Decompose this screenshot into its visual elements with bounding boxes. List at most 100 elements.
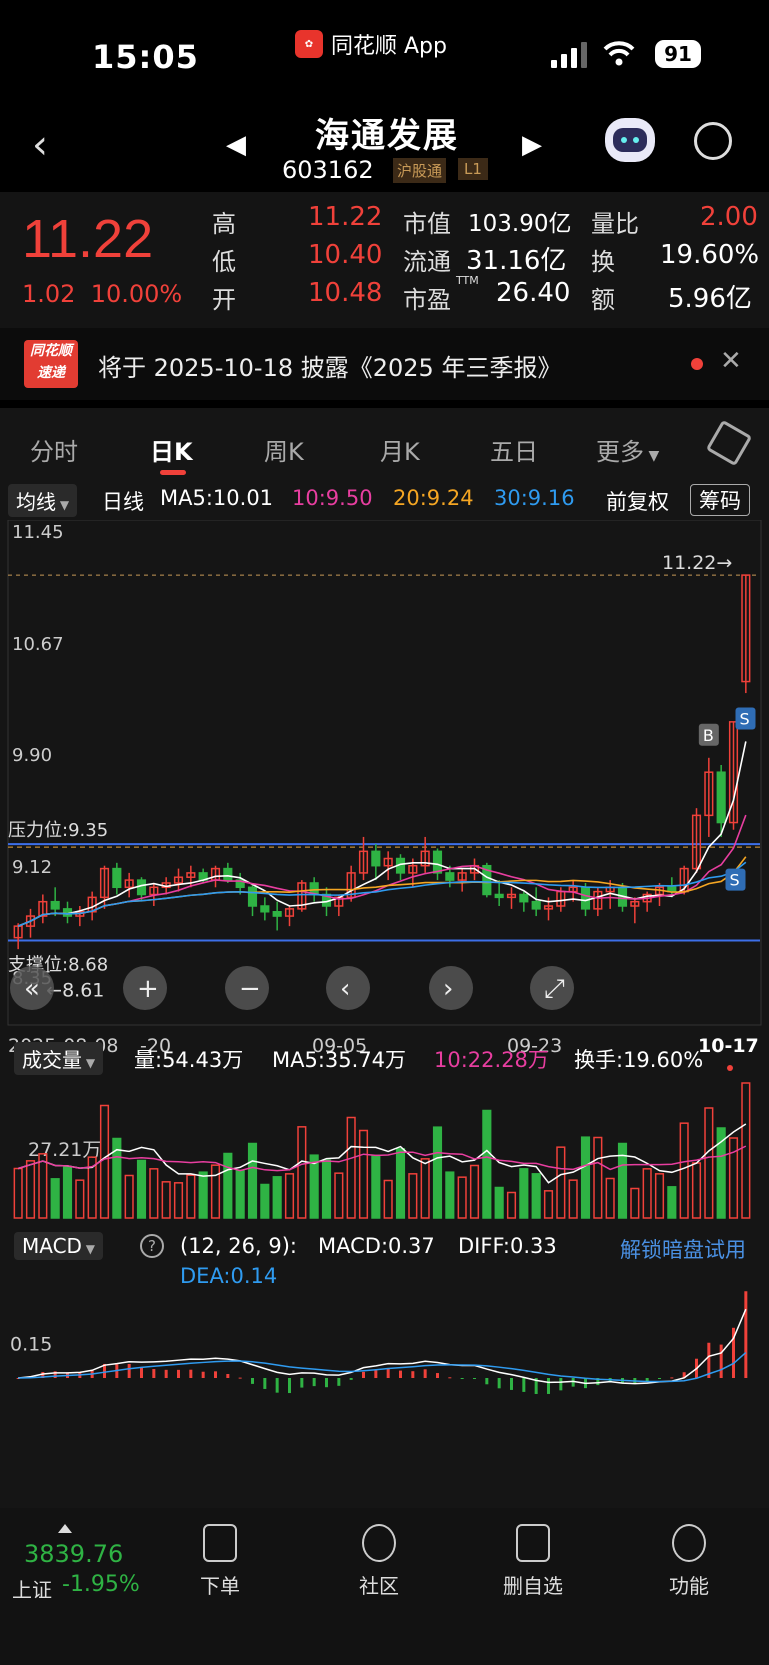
volume-bar <box>186 1174 196 1219</box>
nav-order-label: 下单 <box>200 1574 240 1598</box>
nav-community[interactable]: 社区 <box>334 1524 424 1599</box>
expand-up-icon[interactable] <box>58 1524 72 1533</box>
nav-functions[interactable]: 功能 <box>644 1524 734 1599</box>
volume-bar <box>149 1168 159 1219</box>
logo-top-text: 同花顺 <box>30 343 72 359</box>
caret-down-icon: ▼ <box>81 1242 95 1256</box>
tab-five-day[interactable]: 五日 <box>490 432 538 467</box>
volume-bar <box>38 1153 48 1219</box>
dea-value: DEA:0.14 <box>180 1264 278 1288</box>
macd-select-label: MACD <box>22 1234 82 1258</box>
ai-assistant-icon[interactable] <box>605 118 655 162</box>
ma5-value: MA5:10.01 <box>160 486 274 510</box>
volume-bar <box>605 1177 615 1219</box>
volume-bar <box>75 1179 85 1219</box>
functions-menu-icon <box>672 1524 706 1562</box>
candle-body <box>223 867 233 881</box>
candle-body <box>272 910 282 917</box>
app-logo-icon: ✿ <box>295 30 323 58</box>
adjust-button[interactable]: 前复权 <box>606 486 669 516</box>
volume-ma5-line <box>17 1123 747 1184</box>
nav-order[interactable]: 下单 <box>175 1524 265 1599</box>
period-label: 日线 <box>102 490 144 514</box>
chip-button[interactable]: 筹码 <box>690 484 750 516</box>
candle-body <box>432 850 443 874</box>
level-tag: L1 <box>458 158 488 180</box>
volume-bar <box>691 1162 702 1219</box>
turnover-value: 19.60% <box>660 240 760 270</box>
candle-body <box>580 886 591 910</box>
candle-body <box>112 867 122 889</box>
ma30-value: 30:9.16 <box>494 486 575 510</box>
signal-icon <box>551 42 587 68</box>
volume-bar <box>198 1171 208 1219</box>
sell-marker-text: S <box>740 709 750 728</box>
volume-bar <box>494 1186 504 1219</box>
tab-monthly[interactable]: 月K <box>380 432 420 467</box>
price-axis-label: 10.67 <box>12 634 64 655</box>
amount-label: 额 <box>591 286 615 314</box>
caret-down-icon: ▼ <box>56 498 70 512</box>
volume-bar <box>346 1116 356 1219</box>
candle-body <box>247 886 258 907</box>
notice-banner[interactable]: 同花顺 速递 将于 2025-10-18 披露《2025 年三季报》 ✕ <box>0 328 769 400</box>
volume-bar <box>272 1176 282 1219</box>
tab-weekly[interactable]: 周K <box>264 432 304 467</box>
tab-daily[interactable]: 日K <box>150 432 193 467</box>
stock-code: 603162 <box>282 156 374 184</box>
pe-label: 市盈 <box>403 286 451 314</box>
change-value: 1.02 <box>22 280 76 308</box>
volume-bar <box>679 1122 689 1219</box>
volume-bar <box>136 1159 147 1219</box>
unlock-dark-pool-link[interactable]: 解锁暗盘试用 <box>620 1234 746 1264</box>
volume-bar <box>667 1186 677 1219</box>
nav-remove-label: 删自选 <box>503 1574 563 1598</box>
volume-bar <box>173 1182 184 1219</box>
candle-body <box>519 893 529 903</box>
community-star-icon <box>362 1524 396 1562</box>
macd-select-button[interactable]: MACD ▼ <box>14 1232 103 1260</box>
volume-bar <box>420 1158 430 1219</box>
search-icon[interactable] <box>694 122 732 160</box>
macd-axis-label: 0.15 <box>10 1334 52 1356</box>
volume-chart[interactable]: 27.21万 <box>0 1070 769 1230</box>
scroll-left-icon-glyph: ‹ <box>340 974 350 1004</box>
ths-express-logo: 同花顺 速递 <box>24 340 78 388</box>
sell-marker-text: S <box>730 871 740 890</box>
tab-intraday[interactable]: 分时 <box>30 432 78 467</box>
volume-bar <box>519 1168 529 1219</box>
float-value: 31.16亿 <box>466 246 567 276</box>
volume-bar <box>210 1164 221 1219</box>
help-icon[interactable]: ? <box>140 1234 164 1258</box>
volume-bar <box>506 1191 517 1219</box>
volume-bar <box>383 1179 393 1219</box>
macd-panel: MACD ▼ ? (12, 26, 9): MACD:0.37 DIFF:0.3… <box>0 1224 769 1288</box>
tab-more[interactable]: 更多 ▼ <box>596 432 659 467</box>
ma-select-button[interactable]: 均线 ▼ <box>8 484 78 517</box>
volume-bar <box>395 1148 406 1219</box>
candle-body <box>445 872 455 881</box>
close-icon[interactable]: ✕ <box>720 346 742 376</box>
kline-chart[interactable]: 11.4510.679.909.128.3511.22→压力位:9.35支撑位:… <box>0 520 769 1100</box>
volume-bar <box>284 1173 295 1219</box>
volume-bar <box>124 1174 134 1219</box>
nav-remove-watchlist[interactable]: 删自选 <box>488 1524 578 1599</box>
settings-icon[interactable] <box>705 419 753 467</box>
next-stock-button[interactable]: ▶ <box>522 130 542 160</box>
candle-body <box>716 771 726 824</box>
turnover-label: 换 <box>591 248 615 276</box>
macd-chart[interactable]: 0.15 <box>0 1290 769 1440</box>
last-price-label: 11.22→ <box>662 552 732 574</box>
active-tab-indicator <box>160 470 186 475</box>
pe-value: 26.40 <box>496 278 571 308</box>
index-name: 上证 <box>12 1578 52 1602</box>
volume-bar <box>13 1167 23 1219</box>
volume-bar <box>568 1179 578 1219</box>
open-value: 10.48 <box>308 278 383 308</box>
period-tabs: 分时 日K 周K 月K 五日 更多 ▼ <box>0 400 769 480</box>
prev-stock-button[interactable]: ◀ <box>226 130 246 160</box>
fullscreen-icon-glyph: ⤢ <box>544 974 565 1004</box>
ma20-value: 20:9.24 <box>393 486 474 510</box>
back-button[interactable]: ‹ <box>32 122 48 168</box>
price-axis-label: 9.90 <box>12 745 52 766</box>
